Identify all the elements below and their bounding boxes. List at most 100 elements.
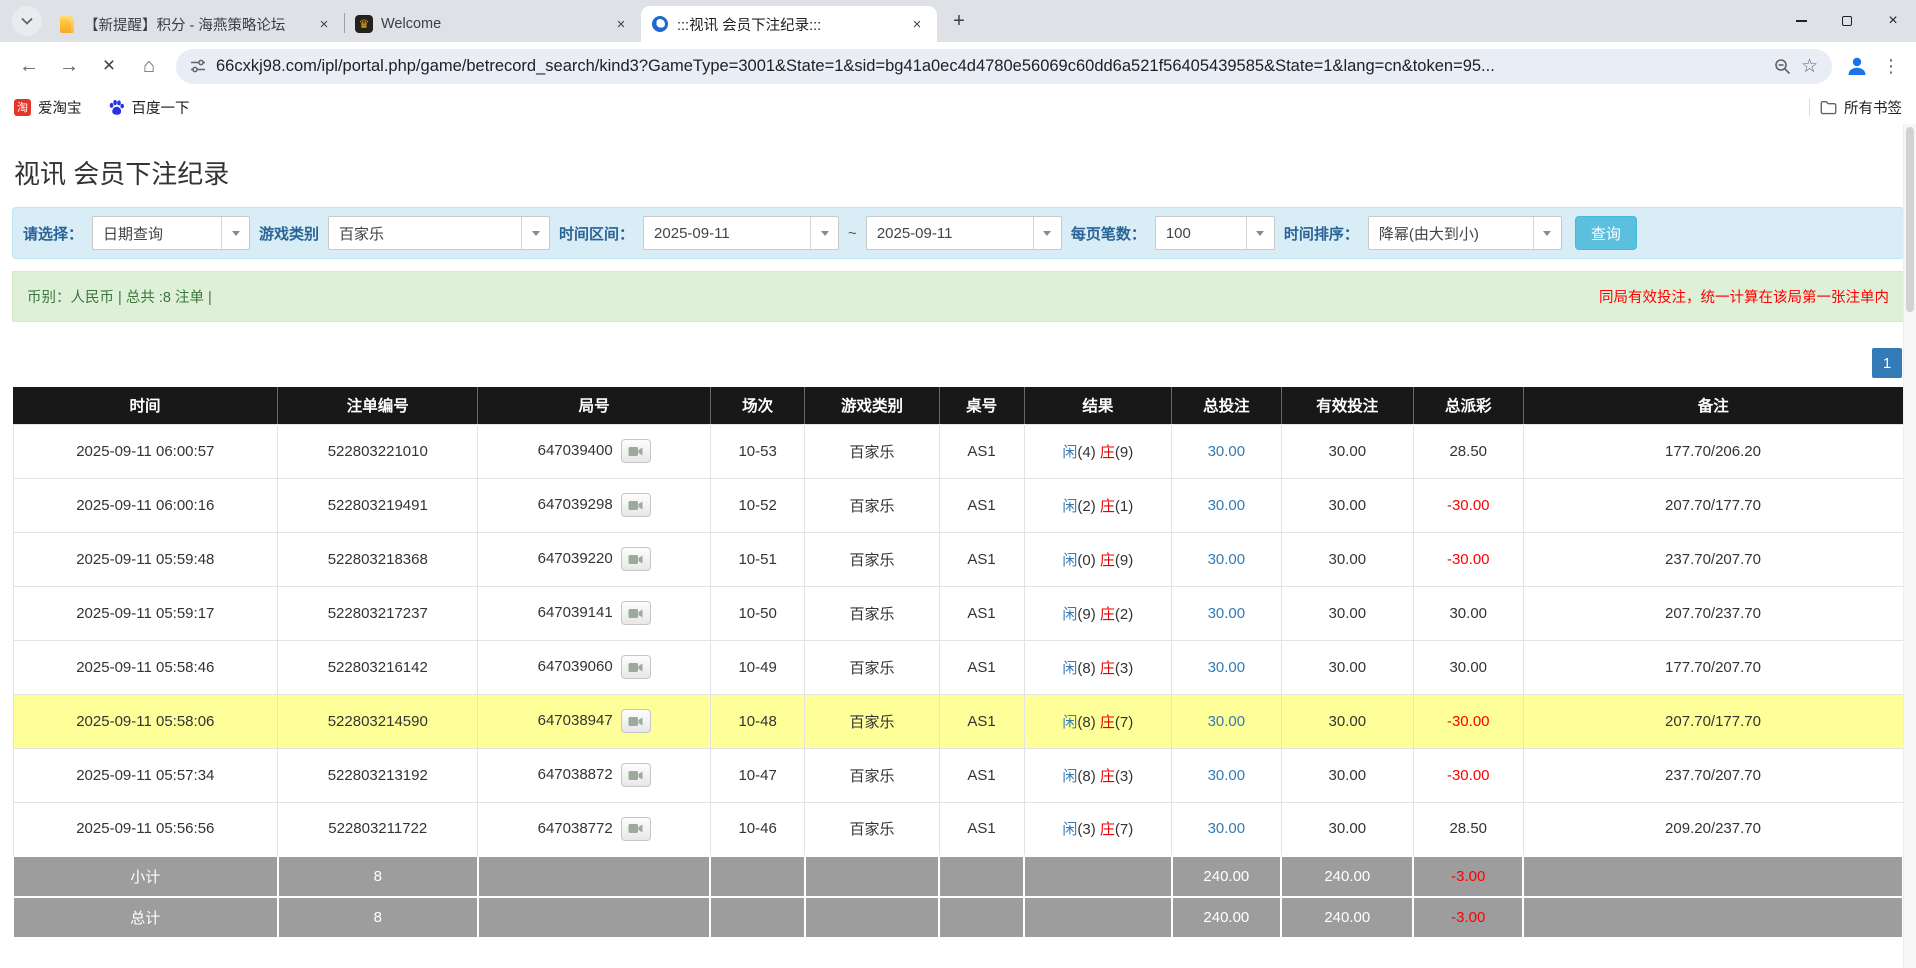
browser-menu-button[interactable]: ⋮ — [1876, 56, 1906, 77]
round-replay-button[interactable] — [621, 655, 651, 679]
table-row: 2025-09-11 05:59:48 522803218368 6470392… — [13, 532, 1903, 586]
tab-search-button[interactable] — [12, 6, 42, 36]
round-replay-button[interactable] — [621, 547, 651, 571]
minimize-button[interactable] — [1778, 0, 1824, 42]
table-row: 2025-09-11 05:57:34 522803213192 6470388… — [13, 748, 1903, 802]
banker-result: 庄 — [1100, 498, 1115, 515]
maximize-button[interactable] — [1824, 0, 1870, 42]
banker-result: 庄 — [1100, 660, 1115, 677]
dropdown-arrow-icon[interactable] — [810, 217, 838, 249]
table-number-cell: AS1 — [939, 586, 1024, 640]
result-cell: 闲(9) 庄(2) — [1024, 586, 1171, 640]
total-bet-link[interactable]: 30.00 — [1208, 497, 1246, 514]
tab-close-icon[interactable]: × — [907, 14, 927, 34]
round-id: 647038947 — [538, 712, 613, 729]
query-type-select[interactable]: 日期查询 — [92, 216, 250, 250]
gold-emblem-icon: ♛ — [355, 15, 373, 33]
header-game-type: 游戏类别 — [805, 387, 939, 424]
profile-avatar[interactable] — [1840, 49, 1874, 83]
total-bet-link[interactable]: 30.00 — [1208, 659, 1246, 676]
tab-close-icon[interactable]: × — [611, 14, 631, 34]
header-total-bet: 总投注 — [1172, 387, 1282, 424]
close-icon: × — [1888, 12, 1897, 30]
dropdown-arrow-icon[interactable] — [221, 217, 249, 249]
bookmarks-separator — [1809, 98, 1810, 116]
total-bet-link[interactable]: 30.00 — [1208, 767, 1246, 784]
table-number-cell: AS1 — [939, 802, 1024, 856]
result-cell: 闲(4) 庄(9) — [1024, 424, 1171, 478]
total-bet-link[interactable]: 30.00 — [1208, 443, 1246, 460]
query-type-value: 日期查询 — [93, 217, 221, 249]
page-scrollbar[interactable] — [1903, 124, 1916, 968]
tab-close-icon[interactable]: × — [314, 14, 334, 34]
dropdown-arrow-icon[interactable] — [1033, 217, 1061, 249]
round-id: 647039141 — [538, 604, 613, 621]
minimize-icon — [1796, 20, 1807, 22]
video-camera-icon — [628, 446, 643, 457]
tab-forum[interactable]: 【新提醒】积分 - 海燕策略论坛 × — [48, 6, 344, 42]
remark-cell: 207.70/177.70 — [1523, 478, 1903, 532]
sort-order-value: 降幂(由大到小) — [1369, 217, 1533, 249]
subtotal-total-bet: 240.00 — [1172, 856, 1282, 897]
round-id: 647038872 — [538, 766, 613, 783]
forward-button[interactable]: → — [50, 47, 88, 85]
time-cell: 2025-09-11 05:59:17 — [13, 586, 278, 640]
bookmark-taobao[interactable]: 淘 爱淘宝 — [14, 97, 82, 118]
window-controls: × — [1778, 0, 1916, 42]
total-bet-link[interactable]: 30.00 — [1208, 551, 1246, 568]
date-to-value: 2025-09-11 — [867, 217, 1033, 249]
all-bookmarks-label: 所有书签 — [1844, 97, 1902, 118]
round-replay-button[interactable] — [621, 709, 651, 733]
address-bar[interactable]: 66cxkj98.com/ipl/portal.php/game/betreco… — [176, 49, 1832, 84]
sort-order-select[interactable]: 降幂(由大到小) — [1368, 216, 1562, 250]
new-tab-button[interactable]: + — [945, 7, 973, 35]
round-replay-button[interactable] — [621, 493, 651, 517]
tab-bet-record[interactable]: :::视讯 会员下注纪录::: × — [641, 6, 937, 42]
dropdown-arrow-icon[interactable] — [521, 217, 549, 249]
total-bet-link[interactable]: 30.00 — [1208, 820, 1246, 837]
header-remark: 备注 — [1523, 387, 1903, 424]
subtotal-count: 8 — [278, 856, 478, 897]
dropdown-arrow-icon[interactable] — [1246, 217, 1274, 249]
home-button[interactable]: ⌂ — [130, 47, 168, 85]
tab-welcome[interactable]: ♛ Welcome × — [345, 6, 641, 42]
total-bet-link[interactable]: 30.00 — [1208, 713, 1246, 730]
game-type-select[interactable]: 百家乐 — [328, 216, 550, 250]
url-text[interactable]: 66cxkj98.com/ipl/portal.php/game/betreco… — [216, 57, 1764, 76]
close-window-button[interactable]: × — [1870, 0, 1916, 42]
round-replay-button[interactable] — [621, 817, 651, 841]
round-replay-button[interactable] — [621, 763, 651, 787]
valid-bet-cell: 30.00 — [1281, 424, 1413, 478]
all-bookmarks-button[interactable]: 所有书签 — [1820, 97, 1902, 118]
header-bet-id: 注单编号 — [278, 387, 478, 424]
bet-id-cell: 522803213192 — [278, 748, 478, 802]
site-settings-icon[interactable] — [190, 58, 206, 74]
session-cell: 10-46 — [710, 802, 805, 856]
payout-cell: -30.00 — [1413, 694, 1523, 748]
dropdown-arrow-icon[interactable] — [1533, 217, 1561, 249]
total-valid-bet: 240.00 — [1281, 897, 1413, 938]
bet-id-cell: 522803211722 — [278, 802, 478, 856]
page-size-select[interactable]: 100 — [1155, 216, 1275, 250]
bookmark-baidu[interactable]: 百度一下 — [108, 97, 190, 118]
back-button[interactable]: ← — [10, 47, 48, 85]
scrollbar-thumb[interactable] — [1906, 127, 1914, 312]
page-1-button[interactable]: 1 — [1872, 348, 1902, 378]
search-button[interactable]: 查询 — [1575, 216, 1637, 250]
date-from-picker[interactable]: 2025-09-11 — [643, 216, 839, 250]
remark-cell: 209.20/237.70 — [1523, 802, 1903, 856]
player-result: 闲 — [1062, 660, 1077, 677]
zoom-indicator-icon[interactable] — [1774, 58, 1791, 75]
round-cell: 647038772 — [478, 802, 710, 856]
round-replay-button[interactable] — [621, 439, 651, 463]
valid-bet-cell: 30.00 — [1281, 532, 1413, 586]
stop-loading-button[interactable]: × — [90, 47, 128, 85]
date-to-picker[interactable]: 2025-09-11 — [866, 216, 1062, 250]
tab-title: Welcome — [381, 16, 603, 32]
round-replay-button[interactable] — [621, 601, 651, 625]
pagination: 1 — [12, 348, 1902, 378]
bookmark-star-icon[interactable]: ☆ — [1801, 55, 1818, 78]
total-bet-link[interactable]: 30.00 — [1208, 605, 1246, 622]
total-bet-cell: 30.00 — [1172, 532, 1282, 586]
game-type-cell: 百家乐 — [805, 532, 939, 586]
